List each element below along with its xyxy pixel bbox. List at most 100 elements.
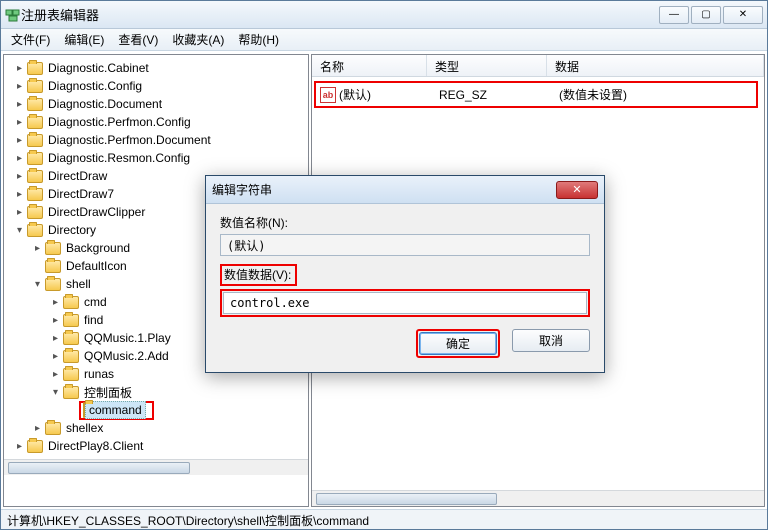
chevron-right-icon[interactable]: ▸ [50,315,61,326]
tree-item-label: Diagnostic.Perfmon.Config [45,114,194,130]
string-value-icon: ab [320,87,336,103]
tree-item[interactable]: ▸ Diagnostic.Document [10,95,308,113]
tree-item-label: Diagnostic.Cabinet [45,60,152,76]
cancel-button[interactable]: 取消 [512,329,590,352]
tree-item[interactable]: ▾ 控制面板 [10,383,308,401]
chevron-right-icon[interactable]: ▸ [14,207,25,218]
tree-item-label: Diagnostic.Resmon.Config [45,150,193,166]
folder-icon [27,440,43,453]
chevron-right-icon[interactable]: ▸ [14,171,25,182]
chevron-right-icon[interactable]: ▸ [50,351,61,362]
chevron-down-icon[interactable]: ▾ [14,225,25,236]
folder-icon [27,152,43,165]
tree-item-label: Directory [45,222,99,238]
folder-icon [45,422,61,435]
chevron-right-icon[interactable]: ▸ [50,333,61,344]
tree-item[interactable]: ▸ Diagnostic.Config [10,77,308,95]
folder-icon [63,386,79,399]
col-type[interactable]: 类型 [427,55,547,76]
value-data: (数值未设置) [551,86,756,103]
tree-item-label: runas [81,366,117,382]
value-row-highlight: ab (默认) REG_SZ (数值未设置) [314,81,758,108]
chevron-right-icon[interactable]: ▸ [14,135,25,146]
folder-icon [63,350,79,363]
chevron-right-icon[interactable]: ▸ [50,297,61,308]
folder-icon [27,62,43,75]
folder-icon [63,314,79,327]
chevron-right-icon[interactable]: ▸ [32,243,43,254]
value-name-field[interactable] [220,234,590,256]
folder-icon [27,170,43,183]
folder-icon [27,80,43,93]
regedit-window: 注册表编辑器 — ▢ ✕ 文件(F) 编辑(E) 查看(V) 收藏夹(A) 帮助… [0,0,768,530]
tree-item-label: 控制面板 [81,383,135,402]
menu-view[interactable]: 查看(V) [112,29,164,50]
ok-button[interactable]: 确定 [419,332,497,355]
folder-icon [63,296,79,309]
folder-icon [83,402,85,418]
tree-item[interactable]: ▸ Diagnostic.Cabinet [10,59,308,77]
tree-item-label: DirectDraw7 [45,186,117,202]
chevron-right-icon[interactable]: ▸ [14,189,25,200]
menu-edit[interactable]: 编辑(E) [58,29,110,50]
list-hscroll[interactable] [312,490,764,506]
chevron-right-icon[interactable]: ▸ [32,423,43,434]
tree-item[interactable]: ▸shellex [10,419,308,437]
tree-item-label: cmd [81,294,110,310]
chevron-right-icon[interactable]: ▸ [14,117,25,128]
tree-item-label: find [81,312,106,328]
chevron-down-icon[interactable]: ▾ [32,279,43,290]
dialog-close-button[interactable]: ✕ [556,181,598,199]
tree-item-label: DefaultIcon [63,258,130,274]
tree-item-highlight: command [79,401,154,420]
tree-item[interactable]: ▸ Diagnostic.Resmon.Config [10,149,308,167]
folder-icon [27,134,43,147]
value-row[interactable]: ab (默认) REG_SZ (数值未设置) [316,84,756,105]
value-data-field[interactable] [223,292,587,314]
folder-icon [63,368,79,381]
menu-file[interactable]: 文件(F) [5,29,56,50]
tree-item-label: Diagnostic.Config [45,78,145,94]
tree-item-label: DirectDraw [45,168,110,184]
tree-item-label: DirectDrawClipper [45,204,148,220]
chevron-down-icon[interactable]: ▾ [50,387,61,398]
tree-item-label: QQMusic.1.Play [81,330,174,346]
minimize-button[interactable]: — [659,6,689,24]
chevron-right-icon[interactable]: ▸ [14,99,25,110]
tree-item[interactable]: command [10,401,308,419]
chevron-right-icon[interactable]: ▸ [14,153,25,164]
chevron-right-icon[interactable]: ▸ [14,63,25,74]
tree-item[interactable]: ▸ Diagnostic.Perfmon.Config [10,113,308,131]
menu-favorites[interactable]: 收藏夹(A) [166,29,230,50]
titlebar: 注册表编辑器 — ▢ ✕ [1,1,767,29]
window-title: 注册表编辑器 [21,5,659,24]
app-icon [5,7,21,23]
dialog-titlebar[interactable]: 编辑字符串 ✕ [206,176,604,204]
folder-icon [63,332,79,345]
tree-item[interactable]: ▸DirectPlay8.Client [10,437,308,455]
tree-item[interactable]: ▸ Diagnostic.Perfmon.Document [10,131,308,149]
close-button[interactable]: ✕ [723,6,763,24]
maximize-button[interactable]: ▢ [691,6,721,24]
col-name[interactable]: 名称 [312,55,427,76]
folder-icon [27,224,43,237]
chevron-right-icon[interactable]: ▸ [14,81,25,92]
col-data[interactable]: 数据 [547,55,764,76]
list-header: 名称 类型 数据 [312,55,764,77]
menu-help[interactable]: 帮助(H) [232,29,285,50]
folder-icon [45,260,61,273]
tree-item-label: Diagnostic.Perfmon.Document [45,132,214,148]
folder-icon [45,278,61,291]
chevron-right-icon[interactable]: ▸ [50,369,61,380]
menubar: 文件(F) 编辑(E) 查看(V) 收藏夹(A) 帮助(H) [1,29,767,51]
tree-hscroll[interactable] [4,459,308,475]
tree-item-label: Diagnostic.Document [45,96,165,112]
statusbar: 计算机\HKEY_CLASSES_ROOT\Directory\shell\控制… [1,509,767,529]
chevron-right-icon[interactable]: ▸ [14,441,25,452]
folder-icon [45,242,61,255]
status-path: 计算机\HKEY_CLASSES_ROOT\Directory\shell\控制… [7,514,369,528]
value-name-label: 数值名称(N): [220,214,590,231]
value-type: REG_SZ [431,88,551,102]
tree-item-label: command [85,401,146,419]
tree-item-label: shell [63,276,94,292]
